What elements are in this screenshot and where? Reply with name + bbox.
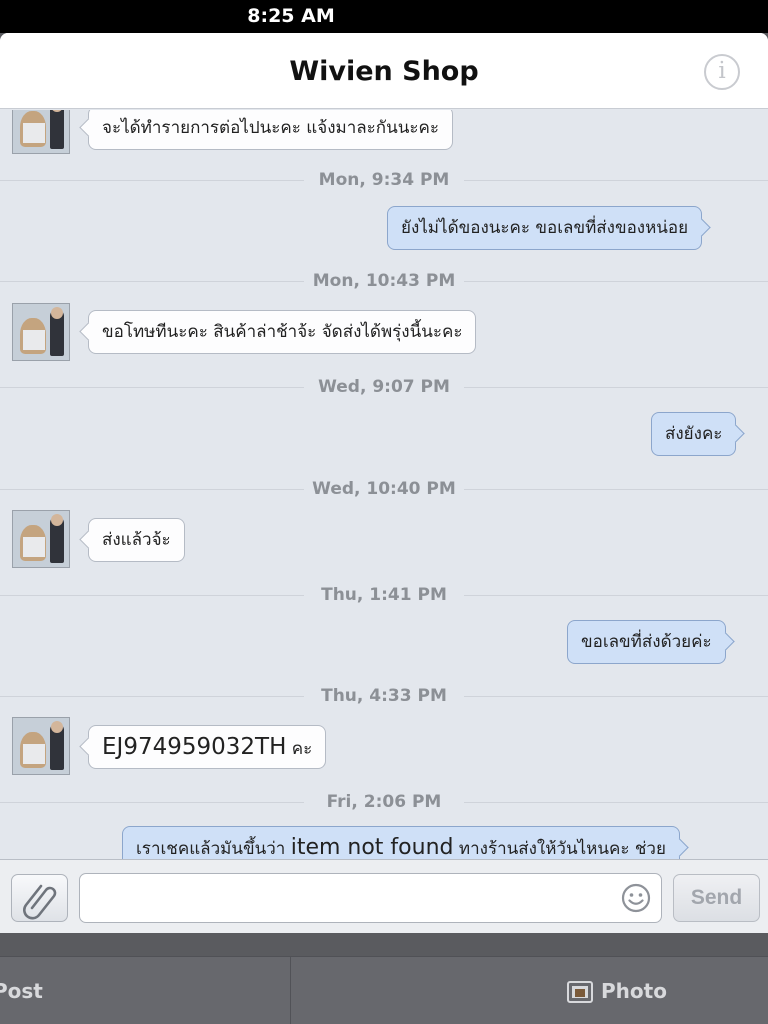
outgoing-message[interactable]: เราเชคแล้วมันขึ้นว่า item not found ทางร… bbox=[122, 826, 680, 859]
chat-header: Wivien Shop i bbox=[0, 33, 768, 109]
message-list[interactable]: จะได้ทำรายการต่อไปนะคะ แจ้งมาละกันนะคะ M… bbox=[0, 110, 768, 859]
bottom-bar: Post Photo bbox=[0, 956, 768, 1024]
message-text: ขอโทษทีนะคะ สินค้าล่าช้าจ้ะ จัดส่งได้พรุ… bbox=[102, 322, 463, 342]
timestamp: Wed, 10:40 PM bbox=[304, 477, 464, 501]
post-tab[interactable]: Post bbox=[0, 957, 291, 1024]
smiley-icon[interactable] bbox=[620, 882, 652, 914]
time-divider: Mon, 9:34 PM bbox=[0, 168, 768, 192]
incoming-message[interactable]: ขอโทษทีนะคะ สินค้าล่าช้าจ้ะ จัดส่งได้พรุ… bbox=[88, 310, 477, 354]
message-text-part: item not found bbox=[290, 835, 454, 859]
message-text-part: เราเชคแล้วมันขึ้นว่า bbox=[136, 839, 291, 859]
chat-window: Wivien Shop i จะได้ทำรายการต่อไปนะคะ แจ้… bbox=[0, 33, 768, 933]
status-time: 8:25 AM bbox=[247, 5, 335, 27]
timestamp: Fri, 2:06 PM bbox=[304, 790, 464, 814]
message-text: ขอเลขที่ส่งด้วยค่ะ bbox=[581, 632, 712, 652]
timestamp: Mon, 9:34 PM bbox=[304, 168, 464, 192]
photo-tab[interactable]: Photo bbox=[292, 957, 768, 1024]
paperclip-icon bbox=[23, 884, 57, 920]
photo-icon bbox=[567, 981, 593, 1003]
message-text: เราเชคแล้วมันขึ้นว่า item not found ทางร… bbox=[136, 835, 666, 859]
post-label: Post bbox=[0, 979, 43, 1003]
avatar[interactable] bbox=[12, 110, 70, 154]
message-text: EJ974959032TH คะ bbox=[102, 734, 313, 760]
incoming-message[interactable]: ส่งแล้วจ้ะ bbox=[88, 518, 185, 562]
message-text: จะได้ทำรายการต่อไปนะคะ แจ้งมาละกันนะคะ bbox=[102, 118, 439, 138]
message-text: ส่งยังคะ bbox=[665, 424, 723, 444]
time-divider: Thu, 4:33 PM bbox=[0, 684, 768, 708]
send-button[interactable]: Send bbox=[673, 874, 760, 922]
incoming-message[interactable]: EJ974959032TH คะ bbox=[88, 725, 327, 769]
message-suffix: คะ bbox=[286, 739, 313, 759]
outgoing-message[interactable]: ยังไม่ได้ของนะคะ ขอเลขที่ส่งของหน่อย bbox=[387, 206, 703, 250]
time-divider: Mon, 10:43 PM bbox=[0, 269, 768, 293]
avatar[interactable] bbox=[12, 303, 70, 361]
time-divider: Fri, 2:06 PM bbox=[0, 790, 768, 814]
composer-bar: Send bbox=[0, 859, 768, 933]
incoming-message[interactable]: จะได้ทำรายการต่อไปนะคะ แจ้งมาละกันนะคะ bbox=[88, 110, 453, 150]
avatar[interactable] bbox=[12, 717, 70, 775]
outgoing-message[interactable]: ขอเลขที่ส่งด้วยค่ะ bbox=[567, 620, 726, 664]
message-text-part: ทางร้านส่งให้วันไหนคะ ช่วย bbox=[453, 839, 666, 859]
time-divider: Wed, 10:40 PM bbox=[0, 477, 768, 501]
timestamp: Thu, 1:41 PM bbox=[304, 583, 464, 607]
time-divider: Thu, 1:41 PM bbox=[0, 583, 768, 607]
message-text: ยังไม่ได้ของนะคะ ขอเลขที่ส่งของหน่อย bbox=[401, 218, 689, 238]
timestamp: Mon, 10:43 PM bbox=[304, 269, 464, 293]
outgoing-message[interactable]: ส่งยังคะ bbox=[651, 412, 737, 456]
avatar[interactable] bbox=[12, 510, 70, 568]
timestamp: Wed, 9:07 PM bbox=[304, 375, 464, 399]
message-input[interactable] bbox=[79, 873, 662, 923]
photo-label: Photo bbox=[601, 979, 667, 1003]
attach-button[interactable] bbox=[11, 874, 68, 922]
chat-title: Wivien Shop bbox=[289, 56, 479, 87]
status-bar: 8:25 AM bbox=[0, 0, 768, 33]
info-icon[interactable]: i bbox=[704, 54, 740, 90]
tracking-number: EJ974959032TH bbox=[102, 734, 287, 760]
message-text: ส่งแล้วจ้ะ bbox=[102, 530, 171, 550]
timestamp: Thu, 4:33 PM bbox=[304, 684, 464, 708]
time-divider: Wed, 9:07 PM bbox=[0, 375, 768, 399]
